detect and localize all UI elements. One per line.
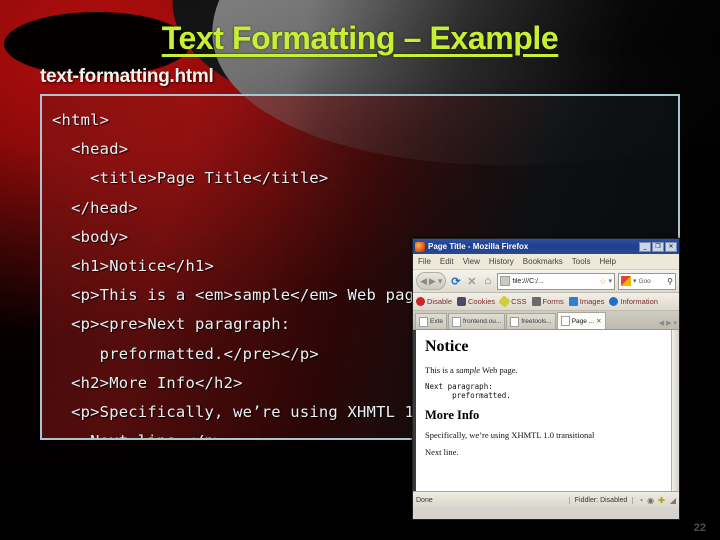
menu-item-tools[interactable]: Tools [572,257,591,266]
css-pencil-icon [498,295,511,308]
address-bar-value[interactable]: file:///C:/... [512,278,597,285]
tab-favicon-icon [452,316,462,327]
disable-icon [416,297,425,306]
rendered-paragraph-1-before: This is a [425,365,456,375]
tab-scroller-group: ◀ ▶ ▾ [659,319,677,329]
history-dropdown-icon[interactable]: ▾ [438,276,443,287]
tab-scroll-left-icon[interactable]: ◀ [659,319,664,327]
tab-scroll-right-icon[interactable]: ▶ [666,319,671,327]
browser-tab-1-label: Exte [430,318,444,325]
browser-tab-3[interactable]: freetools... [506,313,556,329]
rendered-paragraph-2-line1: Specifically, we’re using XHMTL 1.0 tran… [425,430,595,440]
dev-toolbar-forms-label: Forms [542,297,564,306]
status-connection-icon[interactable]: ◔ [638,496,643,505]
menu-item-history[interactable]: History [489,257,514,266]
browser-tab-2-label: frontend.ou... [463,318,502,325]
tab-favicon-icon [560,316,570,326]
firefox-window: Page Title - Mozilla Firefox _ ❐ ✕ File … [412,238,680,520]
slide-number: 22 [693,522,706,534]
search-engine-icon[interactable] [621,276,631,286]
search-input[interactable]: Goo [639,278,666,285]
browser-content-area: Notice This is a sample Web page. Next p… [413,330,679,491]
forward-arrow-icon[interactable]: ▶ [429,276,436,287]
slide: Text Formatting – Example text-formattin… [0,0,720,540]
resize-grip-icon[interactable]: ◢ [670,496,676,505]
dev-toolbar-cookies-label: Cookies [468,297,496,306]
search-icon[interactable]: ⚲ [667,277,673,286]
rendered-paragraph-1-emphasis: sample [455,365,481,375]
dev-toolbar-information-label: Information [620,297,658,306]
menu-item-edit[interactable]: Edit [440,257,454,266]
forms-icon [531,297,541,306]
browser-tab-4-active[interactable]: Page ... ✕ [556,312,606,329]
browser-tab-1[interactable]: Exte [415,313,448,329]
bookmark-star-icon[interactable]: ☆ [599,277,606,286]
rendered-heading-2: More Info [425,408,480,422]
tab-favicon-icon [510,316,520,327]
rendered-paragraph-2-line2: Next line. [425,447,459,457]
firefox-window-title: Page Title - Mozilla Firefox [428,242,529,251]
close-button[interactable]: ✕ [665,241,677,252]
back-arrow-icon[interactable]: ◀ [420,276,427,287]
menu-item-bookmarks[interactable]: Bookmarks [523,257,563,266]
firefox-tab-bar: Exte frontend.ou... freetools... Page ..… [413,311,679,330]
home-icon[interactable]: ⌂ [481,275,494,287]
status-icon-group: ◔ ◉ ✚ [638,496,665,505]
tab-favicon-icon [419,316,428,327]
search-bar[interactable]: ▾ Goo ⚲ [618,272,676,290]
dev-toolbar-images[interactable]: Images [568,297,605,306]
rendered-preformatted: Next paragraph: preformatted. [425,382,511,400]
information-icon [609,297,619,306]
dev-toolbar-disable[interactable]: Disable [416,297,452,306]
tab-close-icon[interactable]: ✕ [596,317,601,325]
firefox-title-bar: Page Title - Mozilla Firefox _ ❐ ✕ [413,239,679,254]
dev-toolbar-cookies[interactable]: Cookies [457,297,495,306]
cookies-icon [457,297,467,306]
dev-toolbar-information[interactable]: Information [609,297,658,306]
window-controls: _ ❐ ✕ [639,241,677,252]
browser-tab-4-label: Page ... [571,317,595,325]
dev-toolbar-css-label: CSS [511,297,527,306]
stop-icon[interactable]: ✕ [465,275,478,288]
menu-item-file[interactable]: File [418,257,431,266]
maximize-button[interactable]: ❐ [652,241,664,252]
web-developer-toolbar: Disable Cookies CSS Forms Images Informa… [413,293,679,311]
dev-toolbar-css[interactable]: CSS [498,295,527,308]
browser-tab-3-label: freetools... [521,318,552,325]
page-title: Text Formatting – Example [161,20,559,56]
browser-tab-2[interactable]: frontend.ou... [448,313,506,329]
status-add-icon[interactable]: ✚ [658,496,665,505]
rendered-paragraph-1: This is a sample Web page. [425,365,672,375]
dev-toolbar-disable-label: Disable [427,297,453,306]
rendered-heading-1: Notice [425,338,469,355]
address-bar[interactable]: file:///C:/... ☆ ▾ [497,272,615,290]
firefox-logo-icon [415,241,425,252]
tab-list-dropdown-icon[interactable]: ▾ [673,319,677,327]
fiddler-status: Fiddler: Disabled [568,496,634,504]
dev-toolbar-forms[interactable]: Forms [531,297,564,306]
page-favicon-icon [500,276,511,286]
content-vertical-scrollbar[interactable] [671,330,679,491]
back-forward-group[interactable]: ◀ ▶ ▾ [416,272,447,290]
firefox-navigation-toolbar: ◀ ▶ ▾ ⟳ ✕ ⌂ file:///C:/... ☆ ▾ ▾ Goo ⚲ [413,270,679,293]
firefox-menu-bar: File Edit View History Bookmarks Tools H… [413,254,679,270]
images-icon [568,297,578,306]
address-dropdown-icon[interactable]: ▾ [608,277,612,285]
minimize-button[interactable]: _ [639,241,651,252]
reload-icon[interactable]: ⟳ [449,275,462,288]
firefox-status-bar: Done Fiddler: Disabled ◔ ◉ ✚ ◢ [413,491,679,508]
menu-item-view[interactable]: View [463,257,480,266]
status-text: Done [416,496,433,504]
status-globe-icon[interactable]: ◉ [647,496,654,505]
menu-item-help[interactable]: Help [599,257,615,266]
dev-toolbar-images-label: Images [579,297,605,306]
file-name-label: text-formatting.html [40,66,214,87]
rendered-paragraph-1-after: Web page. [480,365,518,375]
search-engine-dropdown-icon[interactable]: ▾ [633,277,637,285]
